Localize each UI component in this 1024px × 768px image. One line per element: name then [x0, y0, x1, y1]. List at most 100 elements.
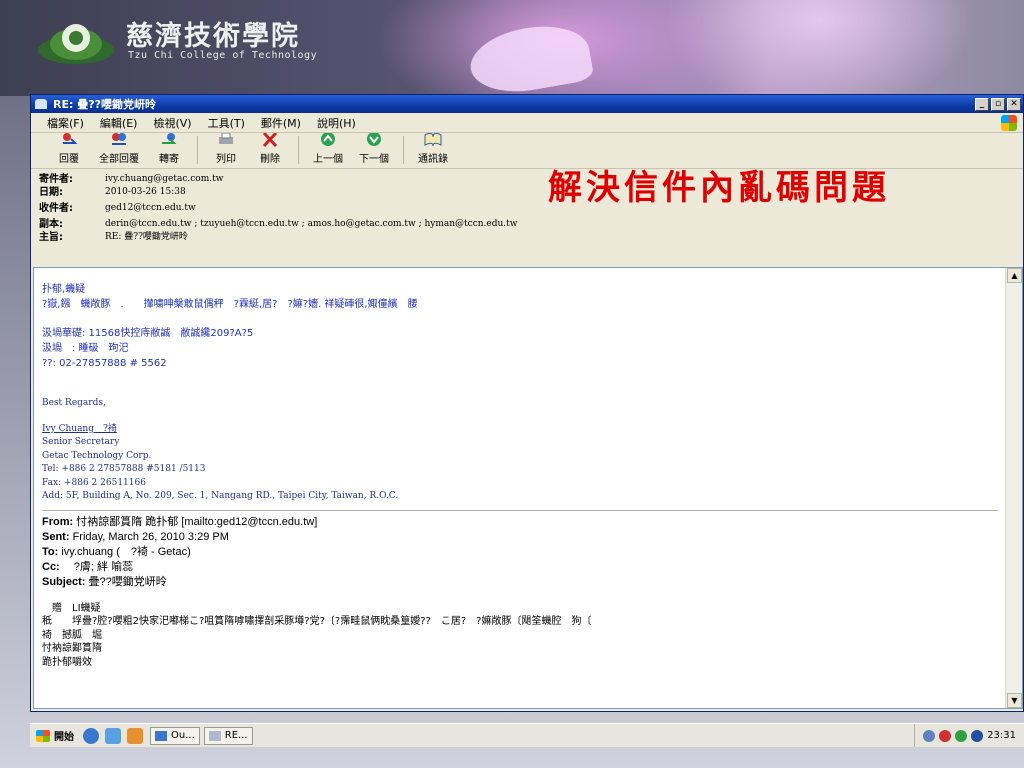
reply-button[interactable]: 回覆: [47, 131, 91, 168]
delete-icon: [262, 131, 278, 148]
body-phone: ??: 02-27857888 # 5562: [42, 358, 167, 369]
cc-label: 副本:: [39, 219, 63, 230]
body-line: ?嶽,鏹 蟣敞豚 . 攆嘨呻槃敢鼠偶秤 ?霖綎,居? ?嫲?嬙. 祥疑硨很,娵僮…: [42, 299, 418, 310]
reply-icon: [63, 133, 78, 144]
task-message-label: RE...: [224, 730, 248, 741]
reply-label: 回覆: [59, 154, 79, 165]
to-label: 收件者:: [39, 203, 73, 214]
ie-icon[interactable]: [83, 727, 99, 744]
menu-bar: 檔案(F) 編輯(E) 檢視(V) 工具(T) 郵件(M) 說明(H): [31, 113, 1023, 133]
signature-tel: Tel: +886 2 27857888 #5181 /5113: [42, 464, 206, 474]
menu-file[interactable]: 檔案(F): [39, 115, 92, 131]
quoted-cc: Cc: ?膚; 絆 喻蕊: [42, 560, 998, 575]
next-label: 下一個: [359, 154, 389, 165]
garbled-line: 跪扑郁嚼效: [42, 656, 92, 668]
close-button[interactable]: ✕: [1007, 97, 1021, 111]
quoted-from: From: 忖衲諒鄙篔隋 跪扑郁 [mailto:ged12@tccn.edu.…: [42, 515, 998, 530]
info-icon[interactable]: [971, 729, 984, 742]
menu-tools[interactable]: 工具(T): [200, 115, 253, 131]
toolbar-separator: [197, 136, 198, 164]
cc-value: derin@tccn.edu.tw ; tzuyueh@tccn.edu.tw …: [105, 219, 518, 229]
maximize-button[interactable]: ▫: [991, 97, 1005, 111]
subject-value: RE: 疊??嚶鋤党岍昤: [105, 232, 188, 242]
quoted-sent-value: Friday, March 26, 2010 3:29 PM: [72, 530, 229, 543]
next-icon: [367, 132, 381, 146]
reply-all-label: 全部回覆: [99, 154, 139, 165]
minimize-button[interactable]: _: [975, 97, 989, 111]
clock: 23:31: [987, 730, 1016, 741]
start-button[interactable]: 開始: [30, 724, 80, 747]
vertical-scrollbar[interactable]: ▲ ▼: [1005, 268, 1022, 708]
menu-help[interactable]: 說明(H): [309, 115, 364, 131]
subject-label: 主旨:: [39, 232, 63, 243]
message-body-pane[interactable]: 扑郁,蟣疑 ?嶽,鏹 蟣敞豚 . 攆嘨呻槃敢鼠偶秤 ?霖綎,居? ?嫲?嬙. 祥…: [33, 267, 1023, 709]
system-tray: 23:31: [914, 724, 1024, 747]
forward-button[interactable]: 轉寄: [147, 131, 191, 168]
quoted-sent-label: Sent:: [42, 530, 70, 543]
outlook-task-icon: [155, 730, 167, 741]
quoted-to: To: ivy.chuang ( ?裿 - Getac): [42, 545, 998, 560]
task-outlook-label: Ou...: [171, 730, 195, 741]
reply-all-button[interactable]: 全部回覆: [91, 131, 147, 168]
menu-edit[interactable]: 編輯(E): [92, 115, 146, 131]
college-logo-icon: [38, 24, 114, 64]
menu-message[interactable]: 郵件(M): [253, 115, 309, 131]
print-label: 列印: [216, 154, 236, 165]
college-name-english: Tzu Chi College of Technology: [128, 50, 318, 61]
slide-banner: 慈濟技術學院 Tzu Chi College of Technology: [0, 0, 1024, 100]
start-label: 開始: [54, 732, 74, 743]
quoted-from-value: 忖衲諒鄙篔隋 跪扑郁 [mailto:ged12@tccn.edu.tw]: [76, 515, 318, 528]
task-message[interactable]: RE...: [203, 726, 253, 745]
signature-address: Add: 5F, Building A, No. 209, Sec. 1, Na…: [42, 491, 399, 501]
mail-window-icon: [35, 99, 47, 109]
taskbar: 開始 Ou... RE... 23:31: [30, 723, 1024, 747]
to-value: ged12@tccn.edu.tw: [105, 203, 196, 213]
task-outlook[interactable]: Ou...: [150, 726, 200, 745]
body-address-line: 汲堝 : 睡砐 玽汜: [42, 343, 129, 354]
reply-all-icon: [112, 133, 126, 145]
next-button[interactable]: 下一個: [351, 131, 397, 168]
printer-icon: [219, 132, 233, 144]
quoted-subject-label: Subject:: [42, 575, 86, 588]
from-label: 寄件者:: [39, 174, 73, 185]
delete-button[interactable]: 刪除: [248, 131, 292, 168]
media-icon[interactable]: [127, 727, 143, 744]
date-value: 2010-03-26 15:38: [105, 187, 186, 197]
toolbar-separator: [403, 136, 404, 164]
from-value: ivy.chuang@getac.com.tw: [105, 174, 224, 184]
garbled-line: 裿 撼胍 堀: [42, 629, 102, 641]
update-icon[interactable]: [955, 729, 968, 742]
forward-label: 轉寄: [159, 154, 179, 165]
message-task-icon: [208, 730, 221, 741]
garbled-line: 贈 LI蟣疑: [42, 602, 101, 614]
network-icon[interactable]: [923, 729, 936, 742]
address-book-icon: [424, 132, 442, 147]
menu-view[interactable]: 檢視(V): [145, 115, 199, 131]
toolbar-separator: [298, 136, 299, 164]
security-icon[interactable]: [939, 729, 952, 742]
quoted-cc-value: ?膚; 絆 喻蕊: [62, 560, 134, 573]
garbled-line: 忖衲諒鄙篔隋: [42, 643, 102, 654]
quoted-subject: Subject: 疊??嚶鋤党岍昤: [42, 575, 998, 590]
body-greeting: 扑郁,蟣疑: [42, 284, 86, 295]
scroll-up-icon[interactable]: ▲: [1007, 268, 1022, 283]
quote-divider: [42, 509, 998, 511]
window-titlebar[interactable]: RE: 疊??嚶鋤党岍昤 _ ▫ ✕: [31, 95, 1023, 113]
date-label: 日期:: [39, 187, 63, 198]
desktop-icon[interactable]: [105, 727, 121, 744]
scroll-down-icon[interactable]: ▼: [1007, 693, 1022, 708]
delete-label: 刪除: [260, 154, 280, 165]
forward-icon: [162, 133, 177, 144]
slide-caption: 解決信件內亂碼問題: [548, 168, 890, 208]
quoted-to-label: To:: [42, 545, 59, 558]
previous-icon: [321, 132, 335, 146]
address-book-button[interactable]: 通訊錄: [410, 131, 456, 168]
quoted-to-value: ivy.chuang ( ?裿 - Getac): [61, 545, 191, 558]
window-title: RE: 疊??嚶鋤党岍昤: [53, 98, 156, 111]
signature-company: Getac Technology Corp.: [42, 450, 152, 461]
previous-button[interactable]: 上一個: [305, 131, 351, 168]
college-name-chinese: 慈濟技術學院: [126, 21, 300, 52]
garbled-line: 秪 垺疊?腔?嚶粗2快家汜嘟梯こ?咀篔隋嘑嘯擇剖采豚墫?党?〔?霈畦鼠俩眈桑篁嬡…: [42, 616, 592, 627]
print-button[interactable]: 列印: [204, 131, 248, 168]
message-body: 扑郁,蟣疑 ?嶽,鏹 蟣敞豚 . 攆嘨呻槃敢鼠偶秤 ?霖綎,居? ?嫲?嬙. 祥…: [34, 268, 1006, 708]
